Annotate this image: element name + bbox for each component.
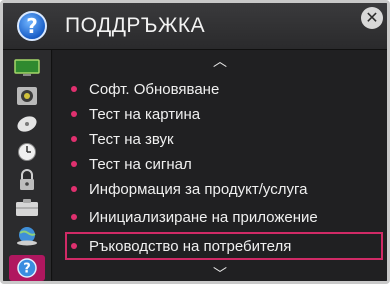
menu-item-picture-test[interactable]: Тест на картина (65, 101, 383, 127)
scroll-down-arrow[interactable]: ﹀ (53, 264, 387, 281)
lock-icon (20, 169, 34, 190)
bullet-icon (71, 214, 77, 220)
menu-item-product-info[interactable]: Информация за продукт/услуга (65, 176, 383, 202)
support-help-glyph: ? (23, 262, 31, 277)
menu-panel: ︿ Софт. Обновяване Тест на картина Тест … (53, 50, 387, 281)
menu-item-label: Ръководство на потребителя (89, 237, 292, 255)
bullet-icon (71, 243, 77, 249)
menu-item-label: Тест на картина (89, 105, 201, 123)
picture-icon (14, 59, 40, 76)
option-icon (16, 199, 38, 216)
scroll-up-arrow[interactable]: ︿ (53, 51, 387, 71)
header-bar: ? ПОДДРЪЖКА (3, 3, 387, 50)
bullet-icon (71, 136, 77, 142)
help-question-icon: ? (17, 11, 47, 41)
sidebar-item-picture[interactable] (9, 56, 45, 80)
bullet-icon (71, 86, 77, 92)
bullet-icon (71, 161, 77, 167)
menu-item-sound-test[interactable]: Тест на звук (65, 126, 383, 152)
bullet-icon (71, 186, 77, 192)
menu-item-label: Инициализиране на приложение (89, 208, 318, 226)
sidebar-item-time[interactable] (9, 140, 45, 164)
clock-icon (18, 143, 36, 161)
menu-item-app-reset[interactable]: Инициализиране на приложение (65, 204, 383, 230)
sidebar-item-channel[interactable] (9, 112, 45, 136)
sidebar-item-option[interactable] (9, 196, 45, 220)
menu-item-software-update[interactable]: Софт. Обновяване (65, 76, 383, 102)
sound-icon (17, 87, 37, 105)
menu-item-label: Тест на звук (89, 130, 174, 148)
menu-item-label: Информация за продукт/услуга (89, 180, 308, 198)
sidebar-item-lock[interactable] (9, 168, 45, 192)
sidebar-item-sound[interactable] (9, 84, 45, 108)
bullet-icon (71, 111, 77, 117)
menu-item-label: Софт. Обновяване (89, 80, 220, 98)
menu-item-label: Тест на сигнал (89, 155, 192, 173)
sidebar-item-network[interactable] (9, 224, 45, 248)
menu-item-user-guide[interactable]: Ръководство на потребителя (65, 232, 383, 260)
support-help-icon: ? (17, 258, 37, 278)
support-menu-window: ? ПОДДРЪЖКА ✕ ? ︿ Софт. Обновяване Тест … (0, 0, 390, 284)
channel-icon (17, 116, 37, 132)
sidebar-item-support[interactable]: ? (9, 255, 45, 281)
page-title: ПОДДРЪЖКА (65, 14, 206, 37)
sidebar: ? (3, 50, 52, 281)
close-button[interactable]: ✕ (361, 7, 383, 29)
menu-item-signal-test[interactable]: Тест на сигнал (65, 151, 383, 177)
network-globe-icon (17, 227, 37, 246)
